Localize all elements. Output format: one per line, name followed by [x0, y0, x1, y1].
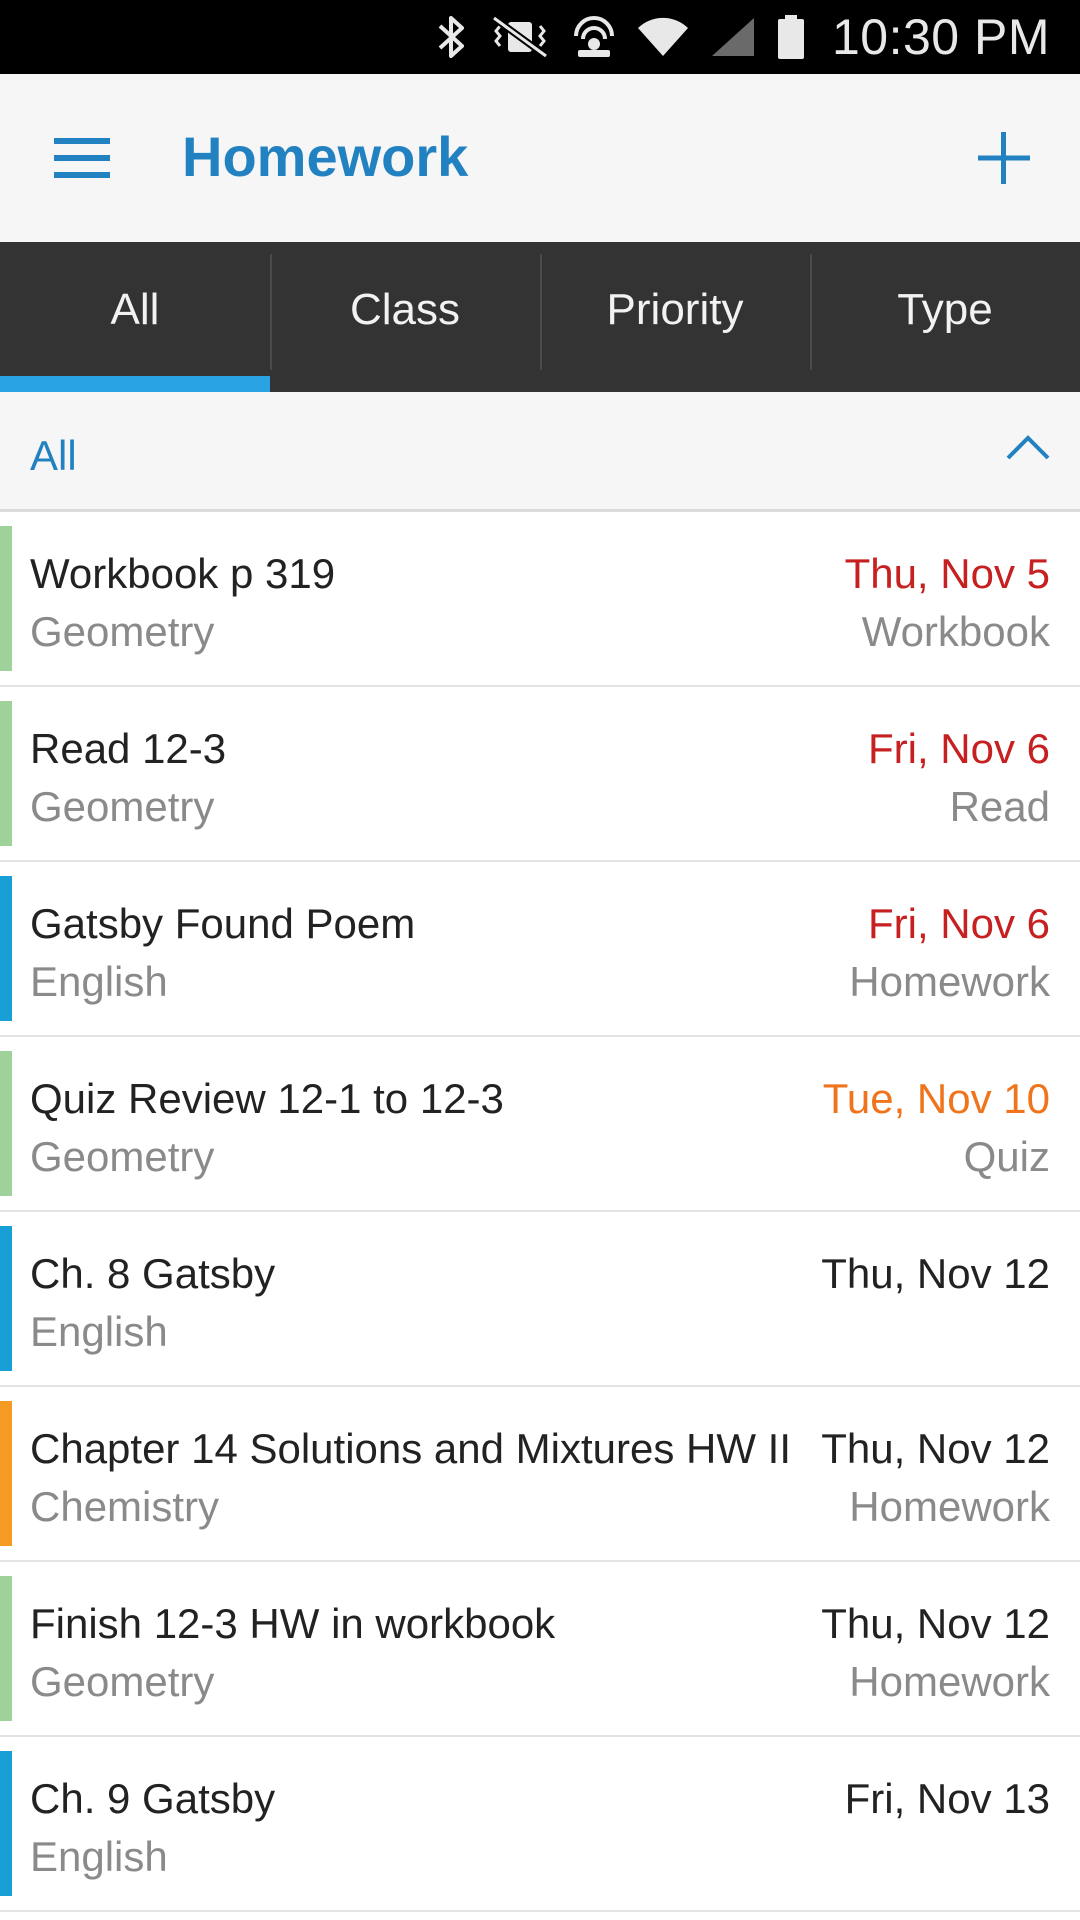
list-item[interactable]: Ch. 8 Gatsby English Thu, Nov 12 [0, 1212, 1080, 1387]
class-color-strip [0, 1751, 12, 1896]
tab-bar: All Class Priority Type [0, 242, 1080, 392]
signal-icon [711, 18, 754, 56]
homework-class: Geometry [30, 608, 215, 655]
class-color-strip [0, 701, 12, 846]
homework-title: Chapter 14 Solutions and Mixtures HW II [30, 1425, 792, 1472]
homework-type: Workbook [861, 608, 1050, 655]
list-item[interactable]: Gatsby Found Poem English Fri, Nov 6 Hom… [0, 862, 1080, 1037]
homework-due-date: Fri, Nov 13 [844, 1775, 1050, 1822]
homework-title: Ch. 9 Gatsby [30, 1775, 276, 1822]
homework-class: English [30, 958, 168, 1005]
homework-due-date: Thu, Nov 12 [821, 1600, 1050, 1647]
homework-title: Gatsby Found Poem [30, 900, 416, 947]
homework-title: Finish 12-3 HW in workbook [30, 1600, 556, 1647]
homework-class: Geometry [30, 783, 215, 830]
filter-label: All [30, 432, 77, 479]
homework-class: Geometry [30, 1133, 215, 1180]
homework-title: Read 12-3 [30, 725, 227, 772]
tab-label: All [110, 285, 160, 334]
homework-type: Homework [849, 958, 1050, 1005]
plus-icon [978, 132, 1030, 184]
hotspot-icon [573, 16, 614, 57]
tab-label: Type [897, 285, 993, 334]
tab-all[interactable]: All [0, 242, 270, 392]
menu-button[interactable] [50, 132, 114, 184]
status-clock: 10:30 PM [831, 9, 1050, 65]
wifi-icon [637, 17, 688, 57]
homework-list: Workbook p 319 Geometry Thu, Nov 5 Workb… [0, 512, 1080, 1912]
homework-due-date: Thu, Nov 5 [844, 550, 1050, 597]
list-item[interactable]: Read 12-3 Geometry Fri, Nov 6 Read [0, 687, 1080, 862]
homework-due-date: Tue, Nov 10 [822, 1075, 1050, 1122]
homework-due-date: Thu, Nov 12 [821, 1250, 1050, 1297]
class-color-strip [0, 526, 12, 671]
page-title: Homework [182, 125, 469, 188]
vibrate-mute-icon [491, 15, 549, 59]
list-item[interactable]: Ch. 9 Gatsby English Fri, Nov 13 [0, 1737, 1080, 1912]
class-color-strip [0, 876, 12, 1021]
bluetooth-icon [438, 16, 464, 58]
homework-class: Geometry [30, 1658, 215, 1705]
tab-priority[interactable]: Priority [540, 242, 810, 392]
homework-class: English [30, 1833, 168, 1880]
battery-icon [777, 15, 804, 59]
add-homework-button[interactable] [972, 126, 1036, 190]
class-color-strip [0, 1576, 12, 1721]
list-item[interactable]: Finish 12-3 HW in workbook Geometry Thu,… [0, 1562, 1080, 1737]
tab-label: Class [349, 285, 461, 334]
homework-type: Quiz [963, 1133, 1050, 1180]
class-color-strip [0, 1051, 12, 1196]
homework-due-date: Thu, Nov 12 [821, 1425, 1050, 1472]
homework-title: Ch. 8 Gatsby [30, 1250, 276, 1297]
homework-type: Read [949, 783, 1050, 830]
homework-class: English [30, 1308, 168, 1355]
class-color-strip [0, 1401, 12, 1546]
class-color-strip [0, 1226, 12, 1371]
homework-type: Homework [849, 1483, 1050, 1530]
tab-type[interactable]: Type [810, 242, 1080, 392]
list-item[interactable]: Quiz Review 12-1 to 12-3 Geometry Tue, N… [0, 1037, 1080, 1212]
list-item[interactable]: Workbook p 319 Geometry Thu, Nov 5 Workb… [0, 512, 1080, 687]
hamburger-menu-icon [54, 138, 110, 178]
chevron-up-icon [1006, 435, 1050, 460]
list-item[interactable]: Chapter 14 Solutions and Mixtures HW II … [0, 1387, 1080, 1562]
homework-type: Homework [849, 1658, 1050, 1705]
homework-class: Chemistry [30, 1483, 220, 1530]
tab-label: Priority [606, 285, 744, 334]
tab-class[interactable]: Class [270, 242, 540, 392]
homework-title: Quiz Review 12-1 to 12-3 [30, 1075, 504, 1122]
homework-due-date: Fri, Nov 6 [867, 725, 1050, 772]
homework-title: Workbook p 319 [30, 550, 336, 597]
homework-due-date: Fri, Nov 6 [867, 900, 1050, 947]
status-bar: 10:30 PM [0, 0, 1080, 74]
app-bar: Homework [0, 74, 1080, 242]
filter-header[interactable]: All [0, 392, 1080, 512]
